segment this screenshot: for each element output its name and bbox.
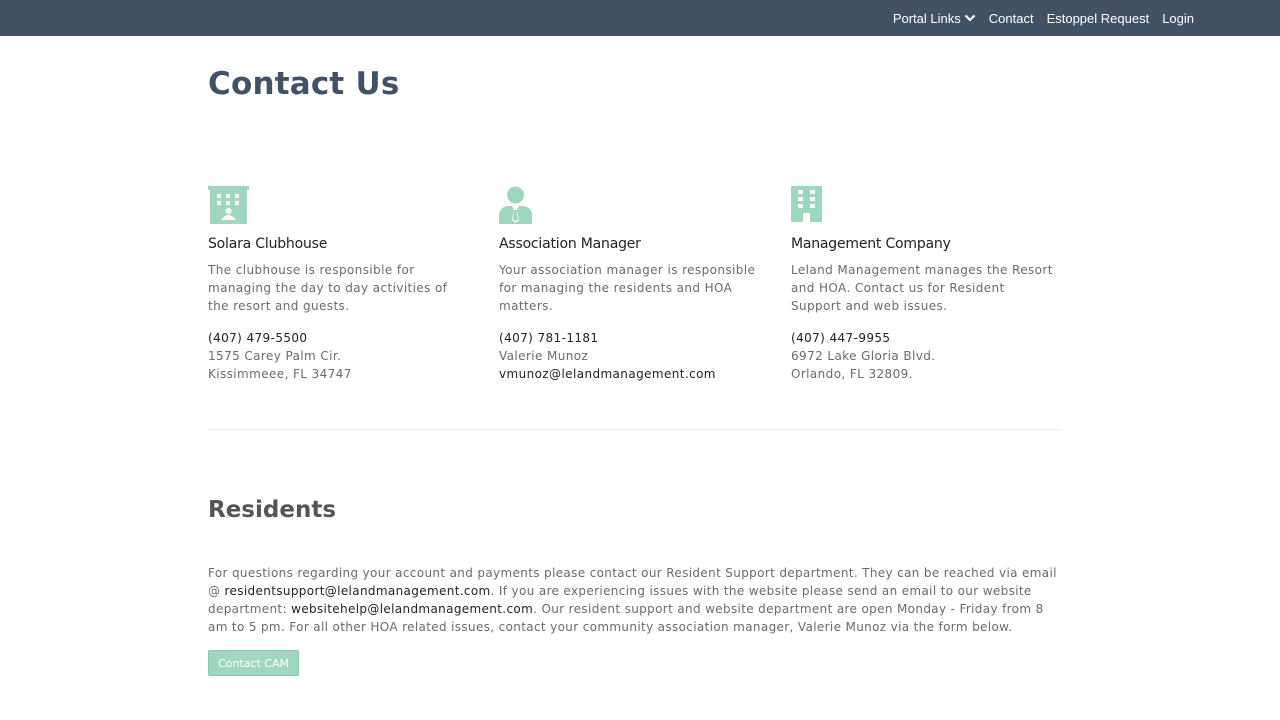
residents-paragraph: For questions regarding your account and… <box>208 564 1064 636</box>
card-title: Solara Clubhouse <box>208 236 328 252</box>
contact-card-association-manager: Association Manager Your association man… <box>499 186 761 383</box>
card-address-line: 1575 Carey Palm Cir. <box>208 349 342 363</box>
card-city-line: Kissimmeee, FL 34747 <box>208 367 352 381</box>
contact-card-clubhouse: Solara Clubhouse The clubhouse is respon… <box>208 186 470 383</box>
card-phone[interactable]: (407) 447-9955 <box>791 329 1053 347</box>
card-description: Your association manager is responsible … <box>499 263 756 313</box>
nav-portal-links-label: Portal Links <box>892 10 961 26</box>
card-email-link[interactable]: vmunoz@lelandmanagement.com <box>499 365 761 383</box>
card-title: Association Manager <box>499 236 641 252</box>
website-help-email-link[interactable]: websitehelp@lelandmanagement.com <box>291 602 533 616</box>
resident-support-email-link[interactable]: residentsupport@lelandmanagement.com <box>225 584 491 598</box>
page-title: Contact Us <box>208 66 400 102</box>
card-manager-name: Valerie Munoz <box>499 349 589 363</box>
contact-card-management-company: Management Company Leland Management man… <box>791 186 1053 383</box>
contact-cam-button[interactable]: Contact CAM <box>208 650 299 676</box>
card-city-line: Orlando, FL 32809. <box>791 367 913 381</box>
card-phone[interactable]: (407) 781-1181 <box>499 329 761 347</box>
chevron-down-icon <box>964 14 976 22</box>
card-description: Leland Management manages the Resort and… <box>791 263 1053 313</box>
user-tie-icon <box>499 186 532 224</box>
card-phone[interactable]: (407) 479-5500 <box>208 329 470 347</box>
card-title: Management Company <box>791 236 951 252</box>
section-divider <box>208 429 1061 430</box>
nav-portal-links[interactable]: Portal Links <box>893 11 976 26</box>
nav-estoppel-request[interactable]: Estoppel Request <box>1047 11 1150 26</box>
top-navbar: Portal Links Contact Estoppel Request Lo… <box>0 0 1280 36</box>
residents-heading: Residents <box>208 497 337 523</box>
nav-contact[interactable]: Contact <box>989 11 1034 26</box>
card-description: The clubhouse is responsible for managin… <box>208 263 448 313</box>
nav-login[interactable]: Login <box>1162 11 1194 26</box>
nav-links: Portal Links Contact Estoppel Request Lo… <box>880 0 1194 36</box>
office-building-icon <box>791 186 822 222</box>
card-address-line: 6972 Lake Gloria Blvd. <box>791 349 936 363</box>
hotel-building-icon <box>208 186 249 224</box>
